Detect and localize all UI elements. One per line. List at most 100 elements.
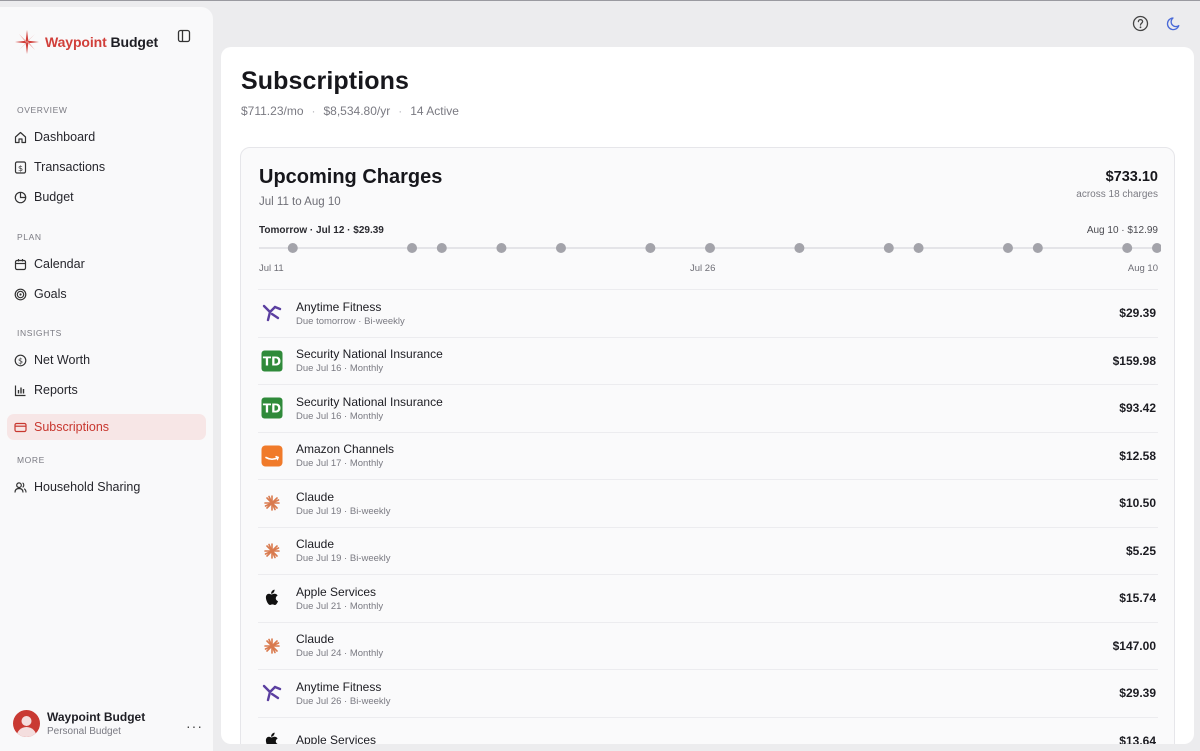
charge-amount: $29.39	[1119, 686, 1156, 700]
timeline-charge-dot[interactable]	[883, 243, 894, 253]
timeline-charge-dot[interactable]	[555, 243, 566, 253]
charge-info: Claude Due Jul 19 · Bi-weekly	[296, 537, 391, 564]
charge-amount: $13.64	[1119, 733, 1156, 745]
sidebar-item-goals[interactable]: Goals	[7, 281, 206, 307]
calendar-icon	[14, 258, 27, 270]
charge-info: Amazon Channels Due Jul 17 · Monthly	[296, 442, 394, 469]
brand-name-second: Budget	[106, 34, 159, 50]
charge-name: Amazon Channels	[296, 442, 395, 457]
sidebar: Waypoint Budget OVERVIEW Dashboard $ Tra…	[0, 7, 213, 751]
upcoming-title: Upcoming Charges	[259, 166, 443, 188]
main-panel: Subscriptions $711.23/mo · $8,534.80/yr …	[221, 47, 1194, 744]
pie-icon	[14, 191, 27, 203]
section-label-insights: INSIGHTS	[17, 328, 62, 338]
charge-name: Claude	[296, 537, 335, 552]
charge-info: Anytime Fitness Due Jul 26 · Bi-weekly	[296, 680, 391, 707]
charge-name: Apple Services	[296, 732, 377, 744]
dollar-circle-icon: $	[14, 354, 27, 366]
charge-row[interactable]: Claude Due Jul 24 · Monthly $147.00	[258, 621, 1158, 670]
charge-row[interactable]: Anytime Fitness Due Jul 26 · Bi-weekly $29…	[258, 669, 1158, 717]
charge-row[interactable]: Apple Services Due Jul 21 · Monthly $15.74	[258, 574, 1158, 622]
charge-info: Claude Due Jul 19 · Bi-weekly	[296, 490, 391, 517]
charge-name: Security National Insurance	[296, 394, 443, 409]
brand[interactable]: Waypoint Budget	[14, 29, 158, 55]
charge-name: Anytime Fitness	[296, 299, 382, 314]
charge-info: Security National Insurance Due Jul 16 · …	[296, 395, 443, 422]
charge-amount: $147.00	[1112, 638, 1156, 653]
charge-row[interactable]: TD Security National Insurance Due Jul 16 …	[258, 336, 1158, 385]
timeline-charge-dot[interactable]	[1032, 243, 1043, 253]
sidebar-toggle-icon[interactable]	[177, 29, 191, 43]
timeline-tick-start: Jul 11	[259, 263, 284, 274]
active-count: 14 Active	[410, 104, 459, 118]
charge-row[interactable]: Amazon Channels Due Jul 17 · Monthly $12.5…	[258, 431, 1158, 480]
timeline-charge-dot[interactable]	[496, 243, 507, 253]
timeline-tick-end: Aug 10	[1127, 263, 1158, 274]
upcoming-count: across 18 charges	[1076, 189, 1158, 200]
sidebar-item-label: Goals	[34, 287, 67, 301]
user-subtitle: Personal Budget	[47, 726, 121, 737]
sidebar-item-dashboard[interactable]: Dashboard	[7, 124, 206, 150]
sidebar-item-label: Dashboard	[34, 130, 96, 144]
charge-amount: $15.74	[1119, 591, 1156, 605]
svg-text:$: $	[18, 163, 23, 172]
timeline-charge-dot[interactable]	[436, 243, 447, 253]
charge-due: Due Jul 21 · Monthly	[296, 600, 384, 612]
charge-name: Security National Insurance	[296, 347, 443, 362]
charge-info: Claude Due Jul 24 · Monthly	[296, 632, 383, 659]
timeline-charge-dot[interactable]	[287, 243, 298, 253]
section-label-more: MORE	[17, 455, 45, 465]
td-icon: TD	[260, 396, 284, 420]
apple-icon	[260, 729, 284, 744]
charge-due: Due Jul 26 · Bi-weekly	[296, 695, 391, 707]
charge-amount: $93.42	[1119, 401, 1156, 415]
sidebar-item-label: Net Worth	[34, 353, 91, 367]
charge-name: Claude	[296, 632, 335, 647]
upcoming-range: Jul 11 to Aug 10	[259, 196, 341, 208]
svg-text:TD: TD	[263, 402, 281, 416]
sidebar-item-subscriptions[interactable]: Subscriptions	[7, 414, 206, 440]
sidebar-item-budget[interactable]: Budget	[7, 184, 206, 210]
help-icon[interactable]	[1132, 15, 1149, 32]
charge-due: Due Jul 16 · Monthly	[296, 410, 384, 422]
bar-chart-icon	[14, 385, 26, 396]
charge-amount: $5.25	[1125, 543, 1156, 558]
td-icon: TD	[260, 349, 284, 373]
timeline-charge-dot[interactable]	[1122, 243, 1133, 253]
timeline-charge-dot[interactable]	[407, 243, 418, 253]
section-label-plan: PLAN	[17, 232, 42, 242]
sidebar-item-label: Household Sharing	[34, 480, 141, 494]
charges-list: Anytime Fitness Due tomorrow · Bi-weekly $…	[258, 289, 1158, 744]
charge-name: Claude	[296, 489, 335, 504]
sidebar-item-reports[interactable]: Reports	[7, 377, 206, 403]
page-summary: $711.23/mo · $8,534.80/yr · 14 Active	[241, 104, 459, 118]
charge-row[interactable]: Apple Services $13.64	[258, 716, 1158, 745]
charge-row[interactable]: Anytime Fitness Due tomorrow · Bi-weekly $…	[258, 289, 1158, 337]
sidebar-item-household-sharing[interactable]: Household Sharing	[7, 474, 206, 500]
charge-row[interactable]: Claude Due Jul 19 · Bi-weekly $5.25	[258, 526, 1158, 575]
avatar-person-icon	[16, 716, 37, 737]
dollar-doc-icon: $	[14, 160, 27, 174]
user-name: Waypoint Budget	[47, 710, 146, 724]
user-profile[interactable]: Waypoint Budget Personal Budget	[13, 710, 203, 737]
timeline-charge-dot[interactable]	[645, 243, 656, 253]
charge-name: Anytime Fitness	[296, 679, 382, 694]
sidebar-item-transactions[interactable]: $ Transactions	[7, 154, 206, 180]
timeline-charge-dot[interactable]	[1002, 243, 1013, 253]
claude-icon	[260, 491, 284, 515]
charge-due: Due Jul 24 · Monthly	[296, 648, 384, 660]
user-more-button[interactable]: ···	[186, 718, 203, 734]
timeline-charge-dot[interactable]	[1152, 243, 1161, 253]
sidebar-item-label: Calendar	[34, 257, 85, 271]
charge-row[interactable]: TD Security National Insurance Due Jul 16 …	[258, 384, 1158, 432]
timeline-charge-dot[interactable]	[794, 243, 805, 253]
sidebar-item-calendar[interactable]: Calendar	[7, 251, 206, 277]
moon-icon[interactable]	[1166, 15, 1183, 32]
charge-info: Apple Services Due Jul 21 · Monthly	[296, 585, 383, 612]
timeline-charge-dot[interactable]	[913, 243, 924, 253]
sidebar-item-net-worth[interactable]: $ Net Worth	[7, 347, 206, 373]
compass-logo-icon	[15, 30, 39, 54]
timeline-charge-dot[interactable]	[705, 243, 715, 253]
charge-info: Anytime Fitness Due tomorrow · Bi-weekly	[296, 300, 405, 327]
charge-row[interactable]: Claude Due Jul 19 · Bi-weekly $10.50	[258, 479, 1158, 527]
